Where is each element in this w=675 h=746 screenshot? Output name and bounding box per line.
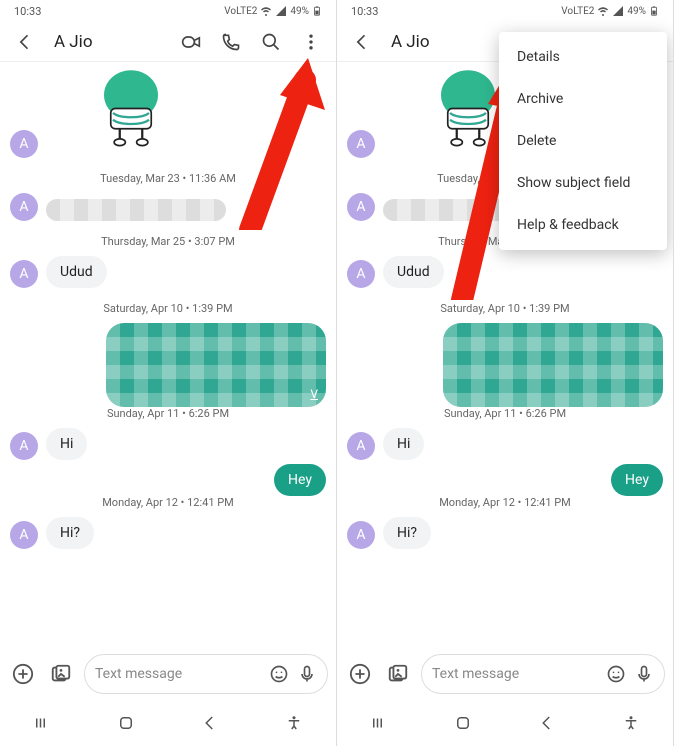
emoji-icon[interactable]: [269, 664, 289, 684]
message-input[interactable]: Text message: [421, 654, 665, 694]
status-net: VoLTE2: [561, 6, 594, 17]
mic-icon[interactable]: [634, 664, 654, 684]
status-right: VoLTE2 49%: [561, 4, 659, 18]
back-button[interactable]: [8, 25, 42, 59]
status-bar: 10:33 VoLTE2 49%: [0, 0, 336, 22]
message-in[interactable]: Hi: [46, 428, 87, 460]
battery-icon: [312, 4, 322, 18]
emoji-icon[interactable]: [606, 664, 626, 684]
avatar[interactable]: A: [10, 193, 38, 221]
phone-call-button[interactable]: [214, 25, 248, 59]
compose-bar: Text message: [337, 648, 673, 700]
message-row: A Udud: [10, 256, 326, 288]
timestamp: Monday, Apr 12 • 12:41 PM: [347, 496, 663, 509]
message-row: A Hi: [10, 428, 326, 460]
input-placeholder: Text message: [432, 666, 598, 682]
message-row: A: [10, 68, 326, 158]
video-call-button[interactable]: [174, 25, 208, 59]
status-battery: 49%: [627, 6, 646, 17]
pane-left: 10:33 VoLTE2 49% A Jio A: [0, 0, 337, 746]
message-row: A Hi: [347, 428, 663, 460]
menu-archive[interactable]: Archive: [499, 78, 667, 120]
timestamp: Monday, Apr 12 • 12:41 PM: [10, 496, 326, 509]
back-nav-button[interactable]: [538, 714, 556, 732]
mic-icon[interactable]: [297, 664, 317, 684]
system-nav-bar: [337, 700, 673, 746]
recents-button[interactable]: [370, 714, 388, 732]
message-row: A: [10, 193, 326, 221]
recents-button[interactable]: [33, 714, 51, 732]
compose-bar: Text message: [0, 648, 336, 700]
search-button[interactable]: [254, 25, 288, 59]
input-placeholder: Text message: [95, 666, 261, 682]
redacted-message: [46, 199, 226, 221]
menu-delete[interactable]: Delete: [499, 120, 667, 162]
pane-right: 10:33 VoLTE2 49% A Jio A Tuesday: [337, 0, 674, 746]
back-nav-button[interactable]: [201, 714, 219, 732]
gallery-button[interactable]: [383, 659, 413, 689]
avatar[interactable]: A: [10, 130, 38, 158]
timestamp: Thursday, Mar 25 • 3:07 PM: [10, 235, 326, 248]
message-row: A Hi?: [10, 517, 326, 549]
redacted-message-out[interactable]: V: [106, 323, 326, 407]
avatar[interactable]: A: [10, 521, 38, 549]
avatar[interactable]: A: [10, 432, 38, 460]
gallery-button[interactable]: [46, 659, 76, 689]
menu-help[interactable]: Help & feedback: [499, 204, 667, 246]
status-time: 10:33: [351, 5, 378, 18]
timestamp: Saturday, Apr 10 • 1:39 PM: [347, 302, 663, 315]
status-bar: 10:33 VoLTE2 49%: [337, 0, 673, 22]
add-attachment-button[interactable]: [8, 659, 38, 689]
add-attachment-button[interactable]: [345, 659, 375, 689]
message-in[interactable]: Udud: [46, 256, 107, 288]
top-bar: A Jio: [0, 22, 336, 62]
accessibility-button[interactable]: [622, 714, 640, 732]
timestamp: Tuesday, Mar 23 • 11:36 AM: [10, 172, 326, 185]
status-battery: 49%: [290, 6, 309, 17]
avatar[interactable]: A: [347, 521, 375, 549]
wifi-icon: [597, 5, 609, 17]
menu-details[interactable]: Details: [499, 36, 667, 78]
avatar[interactable]: A: [10, 260, 38, 288]
more-options-button[interactable]: [294, 25, 328, 59]
avatar[interactable]: A: [347, 130, 375, 158]
timestamp: Sunday, Apr 11 • 6:26 PM: [347, 407, 663, 420]
back-button[interactable]: [345, 25, 379, 59]
signal-icon: [275, 5, 287, 17]
home-button[interactable]: [117, 714, 135, 732]
avatar[interactable]: A: [347, 260, 375, 288]
status-time: 10:33: [14, 5, 41, 18]
message-out[interactable]: Hey: [611, 464, 663, 496]
options-menu: Details Archive Delete Show subject fiel…: [499, 32, 667, 250]
contact-title[interactable]: A Jio: [48, 32, 168, 52]
timestamp: Saturday, Apr 10 • 1:39 PM: [10, 302, 326, 315]
message-in[interactable]: Hi?: [46, 517, 94, 549]
signal-icon: [612, 5, 624, 17]
message-in[interactable]: Hi?: [383, 517, 431, 549]
sticker-image: [86, 68, 176, 158]
menu-show-subject[interactable]: Show subject field: [499, 162, 667, 204]
wifi-icon: [260, 5, 272, 17]
message-row: A Udud: [347, 256, 663, 288]
message-row: A Hi?: [347, 517, 663, 549]
message-out[interactable]: Hey: [274, 464, 326, 496]
message-in[interactable]: Udud: [383, 256, 444, 288]
message-tail: V: [310, 387, 318, 401]
home-button[interactable]: [454, 714, 472, 732]
redacted-message-out[interactable]: [443, 323, 663, 407]
message-in[interactable]: Hi: [383, 428, 424, 460]
battery-icon: [649, 4, 659, 18]
status-net: VoLTE2: [224, 6, 257, 17]
avatar[interactable]: A: [347, 193, 375, 221]
avatar[interactable]: A: [347, 432, 375, 460]
status-right: VoLTE2 49%: [224, 4, 322, 18]
chat-area[interactable]: A Tuesday, Mar 23 • 11:36 AM A Thursday,…: [0, 62, 336, 646]
timestamp: Sunday, Apr 11 • 6:26 PM: [10, 407, 326, 420]
message-input[interactable]: Text message: [84, 654, 328, 694]
accessibility-button[interactable]: [285, 714, 303, 732]
system-nav-bar: [0, 700, 336, 746]
